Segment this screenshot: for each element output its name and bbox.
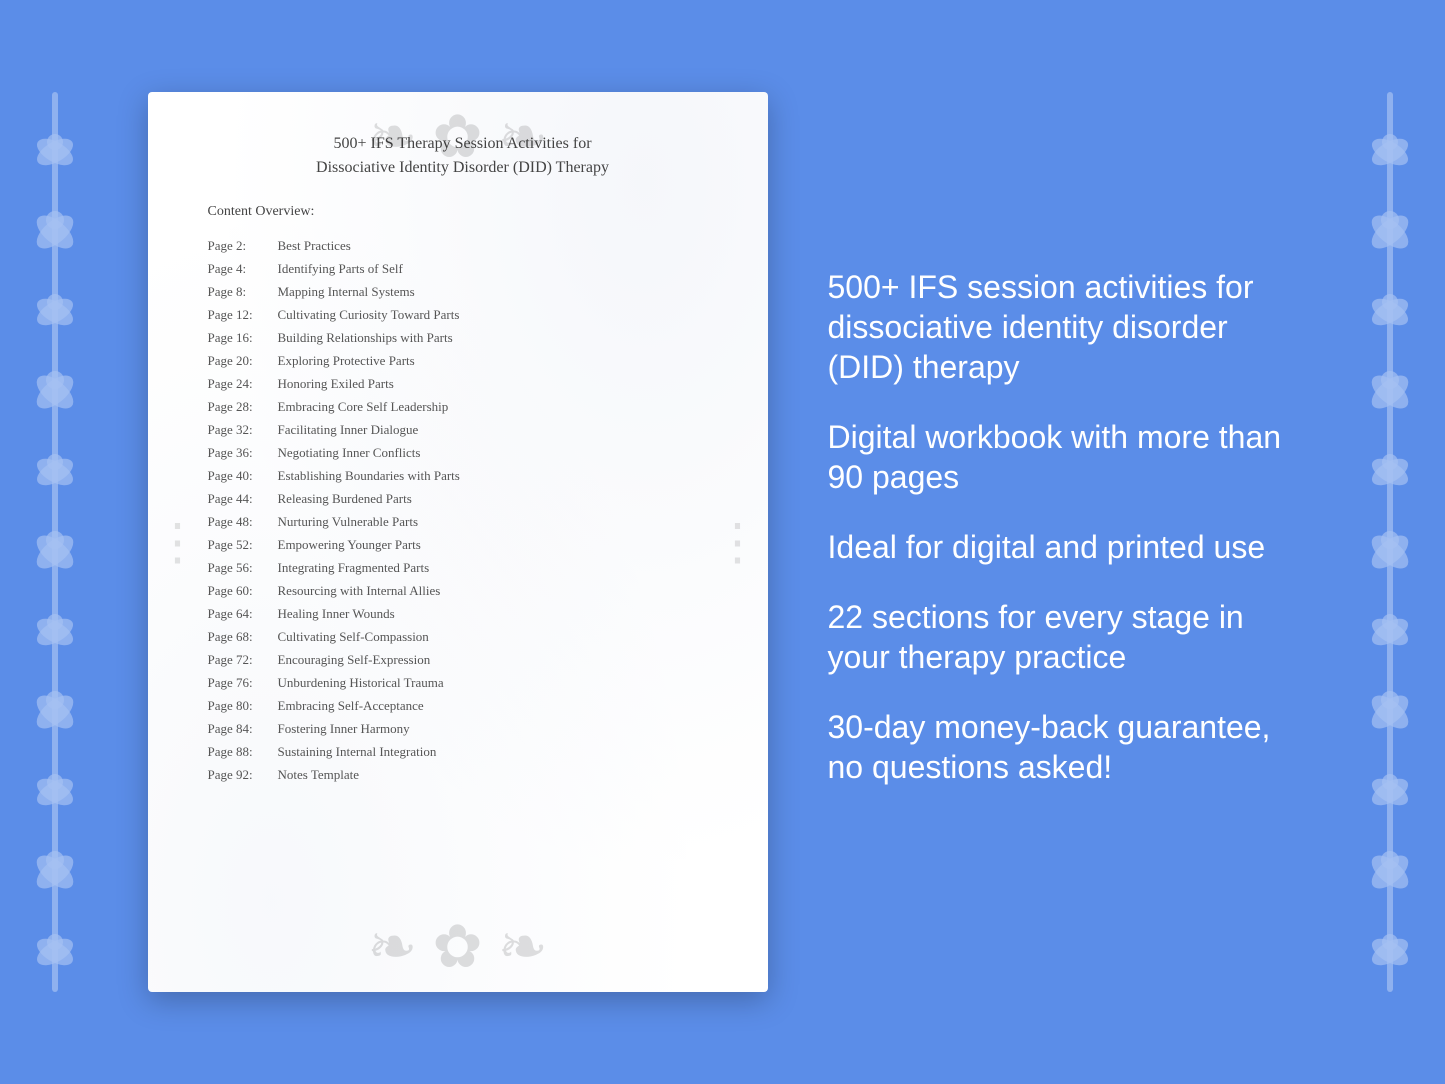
right-panel-point: Ideal for digital and printed use — [828, 527, 1288, 567]
toc-page-title: Building Relationships with Parts — [278, 330, 453, 346]
toc-page-title: Best Practices — [278, 238, 351, 254]
toc-page-title: Negotiating Inner Conflicts — [278, 445, 421, 461]
toc-item: Page 4:Identifying Parts of Self — [208, 257, 718, 280]
toc-page-num: Page 36: — [208, 445, 278, 461]
toc-page-num: Page 64: — [208, 606, 278, 622]
toc-page-num: Page 40: — [208, 468, 278, 484]
right-panel-point-text: 22 sections for every stage in your ther… — [828, 597, 1288, 677]
toc-page-title: Notes Template — [278, 767, 360, 783]
table-of-contents: Page 2:Best PracticesPage 4:Identifying … — [208, 234, 718, 786]
right-panel: 500+ IFS session activities for dissocia… — [818, 247, 1298, 837]
toc-page-title: Healing Inner Wounds — [278, 606, 395, 622]
book-watermark-right: ⋮ — [713, 513, 763, 571]
toc-page-title: Fostering Inner Harmony — [278, 721, 410, 737]
toc-page-title: Embracing Core Self Leadership — [278, 399, 449, 415]
toc-page-num: Page 44: — [208, 491, 278, 507]
toc-page-title: Cultivating Self-Compassion — [278, 629, 429, 645]
toc-page-num: Page 16: — [208, 330, 278, 346]
toc-page-title: Sustaining Internal Integration — [278, 744, 437, 760]
toc-item: Page 60:Resourcing with Internal Allies — [208, 579, 718, 602]
right-panel-point: 500+ IFS session activities for dissocia… — [828, 267, 1288, 387]
toc-item: Page 36:Negotiating Inner Conflicts — [208, 441, 718, 464]
book-panel: ❧ ✿ ❧ ❧ ✿ ❧ ⋮ ⋮ 500+ IFS Therapy Session… — [148, 92, 768, 992]
toc-item: Page 40:Establishing Boundaries with Par… — [208, 464, 718, 487]
toc-item: Page 2:Best Practices — [208, 234, 718, 257]
toc-page-num: Page 48: — [208, 514, 278, 530]
toc-page-num: Page 72: — [208, 652, 278, 668]
toc-page-num: Page 2: — [208, 238, 278, 254]
toc-page-title: Honoring Exiled Parts — [278, 376, 394, 392]
book-watermark-top: ❧ ✿ ❧ — [367, 102, 548, 172]
toc-page-title: Empowering Younger Parts — [278, 537, 421, 553]
right-panel-point: 22 sections for every stage in your ther… — [828, 597, 1288, 677]
toc-page-title: Establishing Boundaries with Parts — [278, 468, 460, 484]
toc-item: Page 48:Nurturing Vulnerable Parts — [208, 510, 718, 533]
toc-page-num: Page 68: — [208, 629, 278, 645]
toc-page-title: Unburdening Historical Trauma — [278, 675, 444, 691]
toc-item: Page 76:Unburdening Historical Trauma — [208, 671, 718, 694]
toc-item: Page 12:Cultivating Curiosity Toward Par… — [208, 303, 718, 326]
toc-page-title: Cultivating Curiosity Toward Parts — [278, 307, 460, 323]
toc-item: Page 52:Empowering Younger Parts — [208, 533, 718, 556]
right-panel-point-text: 500+ IFS session activities for dissocia… — [828, 267, 1288, 387]
toc-item: Page 92:Notes Template — [208, 763, 718, 786]
right-panel-point: Digital workbook with more than 90 pages — [828, 417, 1288, 497]
toc-item: Page 28:Embracing Core Self Leadership — [208, 395, 718, 418]
right-panel-point: 30-day money-back guarantee, no question… — [828, 707, 1288, 787]
toc-page-num: Page 60: — [208, 583, 278, 599]
book-watermark-left: ⋮ — [153, 513, 203, 571]
toc-page-num: Page 12: — [208, 307, 278, 323]
toc-item: Page 8:Mapping Internal Systems — [208, 280, 718, 303]
toc-item: Page 24:Honoring Exiled Parts — [208, 372, 718, 395]
toc-item: Page 56:Integrating Fragmented Parts — [208, 556, 718, 579]
content-overview-label: Content Overview: — [208, 204, 718, 220]
toc-item: Page 84:Fostering Inner Harmony — [208, 717, 718, 740]
toc-page-num: Page 32: — [208, 422, 278, 438]
right-panel-point-text: Ideal for digital and printed use — [828, 527, 1288, 567]
main-content: ❧ ✿ ❧ ❧ ✿ ❧ ⋮ ⋮ 500+ IFS Therapy Session… — [110, 0, 1335, 1084]
toc-page-num: Page 56: — [208, 560, 278, 576]
toc-page-title: Releasing Burdened Parts — [278, 491, 412, 507]
toc-page-num: Page 8: — [208, 284, 278, 300]
toc-page-num: Page 4: — [208, 261, 278, 277]
toc-item: Page 80:Embracing Self-Acceptance — [208, 694, 718, 717]
toc-item: Page 88:Sustaining Internal Integration — [208, 740, 718, 763]
toc-item: Page 72:Encouraging Self-Expression — [208, 648, 718, 671]
right-panel-point-text: 30-day money-back guarantee, no question… — [828, 707, 1288, 787]
toc-page-num: Page 88: — [208, 744, 278, 760]
toc-page-title: Exploring Protective Parts — [278, 353, 415, 369]
toc-page-num: Page 80: — [208, 698, 278, 714]
toc-item: Page 68:Cultivating Self-Compassion — [208, 625, 718, 648]
toc-item: Page 16:Building Relationships with Part… — [208, 326, 718, 349]
toc-page-title: Resourcing with Internal Allies — [278, 583, 441, 599]
toc-page-num: Page 20: — [208, 353, 278, 369]
toc-item: Page 20:Exploring Protective Parts — [208, 349, 718, 372]
floral-decoration-left — [0, 0, 110, 1084]
right-panel-point-text: Digital workbook with more than 90 pages — [828, 417, 1288, 497]
toc-page-num: Page 92: — [208, 767, 278, 783]
toc-page-title: Nurturing Vulnerable Parts — [278, 514, 419, 530]
toc-page-title: Identifying Parts of Self — [278, 261, 403, 277]
toc-page-num: Page 52: — [208, 537, 278, 553]
floral-decoration-right — [1335, 0, 1445, 1084]
toc-item: Page 44:Releasing Burdened Parts — [208, 487, 718, 510]
toc-page-title: Encouraging Self-Expression — [278, 652, 431, 668]
toc-page-title: Facilitating Inner Dialogue — [278, 422, 419, 438]
toc-page-num: Page 84: — [208, 721, 278, 737]
toc-page-title: Mapping Internal Systems — [278, 284, 415, 300]
toc-page-title: Embracing Self-Acceptance — [278, 698, 424, 714]
toc-page-num: Page 76: — [208, 675, 278, 691]
toc-item: Page 64:Healing Inner Wounds — [208, 602, 718, 625]
toc-page-title: Integrating Fragmented Parts — [278, 560, 430, 576]
toc-item: Page 32:Facilitating Inner Dialogue — [208, 418, 718, 441]
toc-page-num: Page 28: — [208, 399, 278, 415]
book-watermark-bottom: ❧ ✿ ❧ — [367, 912, 548, 982]
toc-page-num: Page 24: — [208, 376, 278, 392]
